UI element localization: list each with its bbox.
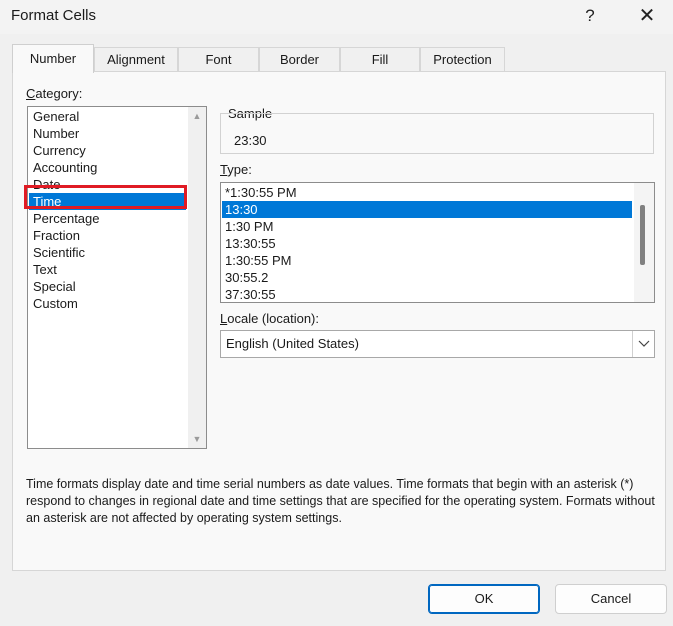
help-button[interactable]: ?: [567, 0, 613, 34]
chevron-down-icon[interactable]: [632, 331, 654, 357]
type-item[interactable]: 37:30:55: [222, 286, 632, 302]
cancel-button[interactable]: Cancel: [555, 584, 667, 614]
locale-label: Locale (location):: [220, 311, 320, 326]
category-scrollbar[interactable]: ▲ ▼: [188, 107, 206, 448]
locale-value: English (United States): [226, 336, 359, 351]
tab-border[interactable]: Border: [259, 47, 340, 72]
type-item[interactable]: 1:30 PM: [222, 218, 632, 235]
category-item-currency[interactable]: Currency: [29, 142, 186, 159]
category-item-accounting[interactable]: Accounting: [29, 159, 186, 176]
type-item[interactable]: 13:30:55: [222, 235, 632, 252]
scroll-down-arrow-icon[interactable]: ▼: [188, 434, 206, 444]
category-item-text[interactable]: Text: [29, 261, 186, 278]
category-listbox[interactable]: General Number Currency Accounting Date …: [24, 106, 207, 449]
close-icon: ✕: [638, 5, 656, 27]
type-label: Type:: [220, 162, 252, 177]
tab-number[interactable]: Number: [12, 44, 94, 73]
category-item-scientific[interactable]: Scientific: [29, 244, 186, 261]
sample-value: 23:30: [234, 133, 267, 148]
title-bar: Format Cells ? ✕: [0, 0, 673, 34]
category-item-percentage[interactable]: Percentage: [29, 210, 186, 227]
scroll-up-arrow-icon[interactable]: ▲: [188, 111, 206, 121]
type-scrollbar[interactable]: [634, 183, 654, 302]
tab-alignment[interactable]: Alignment: [94, 47, 178, 72]
category-item-number[interactable]: Number: [29, 125, 186, 142]
tab-font[interactable]: Font: [178, 47, 259, 72]
category-item-fraction[interactable]: Fraction: [29, 227, 186, 244]
type-item-selected[interactable]: 13:30: [222, 201, 632, 218]
category-item-special[interactable]: Special: [29, 278, 186, 295]
type-item[interactable]: *1:30:55 PM: [222, 184, 632, 201]
tab-fill[interactable]: Fill: [340, 47, 420, 72]
sample-box: 23:30: [220, 113, 654, 154]
category-item-general[interactable]: General: [29, 108, 186, 125]
type-item[interactable]: 30:55.2: [222, 269, 632, 286]
type-listbox[interactable]: *1:30:55 PM 13:30 1:30 PM 13:30:55 1:30:…: [220, 182, 655, 303]
close-button[interactable]: ✕: [624, 0, 670, 34]
format-description: Time formats display date and time seria…: [26, 477, 655, 525]
selection-highlight-box: [24, 185, 187, 209]
category-item-custom[interactable]: Custom: [29, 295, 186, 312]
type-scroll-thumb[interactable]: [640, 205, 645, 265]
tab-protection[interactable]: Protection: [420, 47, 505, 72]
ok-button[interactable]: OK: [428, 584, 540, 614]
category-label: Category:: [26, 86, 83, 101]
type-item[interactable]: 1:30:55 PM: [222, 252, 632, 269]
locale-dropdown[interactable]: English (United States): [220, 330, 655, 358]
dialog-title: Format Cells: [11, 7, 97, 24]
number-tab-panel: Category: General Number Currency Accoun…: [12, 71, 666, 571]
